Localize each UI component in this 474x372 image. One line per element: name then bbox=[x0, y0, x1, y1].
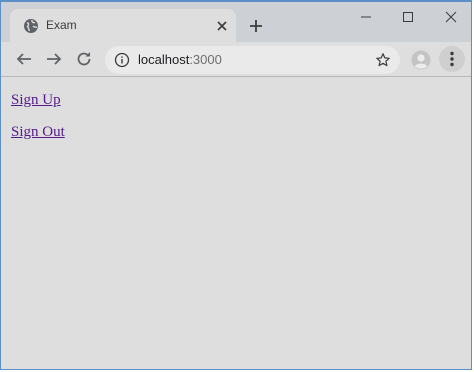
page-content: Sign Up Sign Out bbox=[1, 77, 471, 369]
tab-title: Exam bbox=[46, 18, 77, 32]
tab-exam[interactable]: Exam bbox=[10, 9, 236, 42]
address-bar[interactable]: localhost:3000 bbox=[105, 46, 400, 74]
info-icon[interactable] bbox=[114, 52, 130, 68]
sign-out-link[interactable]: Sign Out bbox=[11, 123, 65, 141]
globe-icon bbox=[23, 18, 39, 34]
sign-up-link[interactable]: Sign Up bbox=[11, 91, 61, 109]
close-icon[interactable] bbox=[214, 18, 230, 34]
url-text[interactable]: localhost:3000 bbox=[138, 52, 222, 68]
window-close-icon[interactable] bbox=[433, 6, 469, 28]
reload-icon[interactable] bbox=[75, 50, 93, 68]
plus-icon[interactable] bbox=[247, 17, 265, 35]
arrow-left-icon[interactable] bbox=[15, 50, 33, 68]
browser-toolbar: localhost:3000 bbox=[1, 42, 471, 77]
maximize-icon[interactable] bbox=[390, 6, 426, 28]
arrow-right-icon[interactable] bbox=[45, 50, 63, 68]
browser-window: Exam localhost:3000 Sign Up Sign Out bbox=[0, 0, 472, 370]
star-icon[interactable] bbox=[375, 52, 391, 68]
minimize-icon[interactable] bbox=[348, 6, 384, 28]
title-bar: Exam bbox=[1, 2, 471, 42]
profile-icon[interactable] bbox=[411, 50, 431, 70]
url-host: localhost bbox=[138, 52, 190, 67]
url-port: :3000 bbox=[189, 52, 222, 67]
kebab-menu-icon[interactable] bbox=[439, 46, 465, 72]
